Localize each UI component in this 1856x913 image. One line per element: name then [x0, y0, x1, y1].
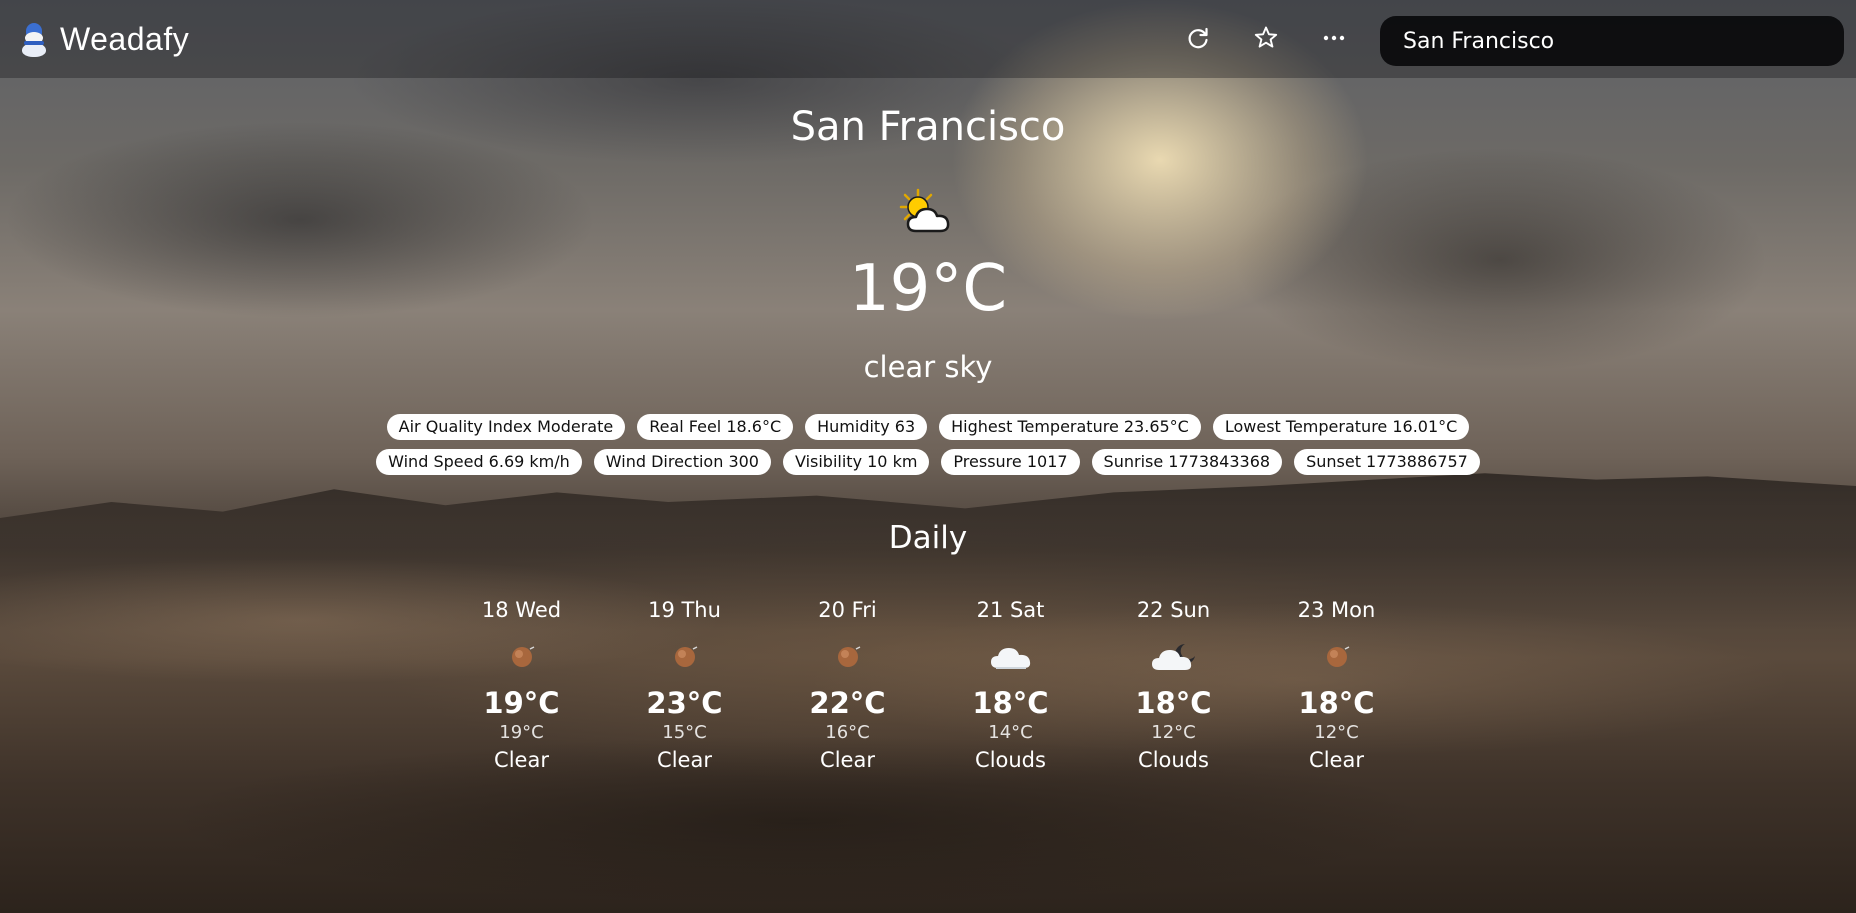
- day-description: Clear: [1309, 748, 1364, 772]
- day-max-temp: 18°C: [1135, 686, 1212, 720]
- top-bar: Weadafy: [0, 0, 1856, 78]
- search-input[interactable]: [1403, 28, 1823, 54]
- day-min-temp: 19°C: [499, 722, 544, 743]
- sun-behind-cloud-icon: [898, 187, 958, 237]
- toolbar-actions: [1180, 18, 1384, 58]
- star-icon[interactable]: [1248, 18, 1284, 58]
- forecast-day[interactable]: 20 Fri 22°C 16°C Clear: [766, 598, 929, 798]
- clear-sun-icon: [511, 646, 534, 667]
- day-max-temp: 18°C: [972, 686, 1049, 720]
- day-max-temp: 23°C: [646, 686, 723, 720]
- daily-forecast: 18 Wed 19°C 19°C Clear 19 Thu 23°C 15°C …: [440, 598, 1440, 798]
- chip-wind-speed: Wind Speed 6.69 km/h: [376, 449, 582, 475]
- city-name: San Francisco: [790, 104, 1066, 150]
- chip-sunset: Sunset 1773886757: [1294, 449, 1480, 475]
- day-min-temp: 15°C: [662, 722, 707, 743]
- chip-real-feel: Real Feel 18.6°C: [637, 414, 794, 440]
- cloud-icon: [990, 648, 1030, 669]
- day-min-temp: 14°C: [988, 722, 1033, 743]
- day-name: 20 Fri: [818, 598, 877, 622]
- chip-visibility: Visibility 10 km: [782, 449, 930, 475]
- chip-wind-direction: Wind Direction 300: [593, 449, 771, 475]
- details-row-2: Wind Speed 6.69 km/h Wind Direction 300 …: [0, 449, 1856, 475]
- brand[interactable]: Weadafy: [20, 21, 189, 58]
- forecast-day[interactable]: 22 Sun 18°C 12°C Clouds: [1092, 598, 1255, 798]
- clear-sun-icon: [674, 646, 697, 667]
- chip-humidity: Humidity 63: [805, 414, 928, 440]
- day-min-temp: 12°C: [1314, 722, 1359, 743]
- snowman-logo-icon: [20, 22, 48, 57]
- forecast-day[interactable]: 23 Mon 18°C 12°C Clear: [1255, 598, 1418, 798]
- day-name: 22 Sun: [1136, 598, 1211, 622]
- forecast-day[interactable]: 21 Sat 18°C 14°C Clouds: [929, 598, 1092, 798]
- day-max-temp: 22°C: [809, 686, 886, 720]
- city-search[interactable]: [1380, 16, 1844, 66]
- clear-sun-icon: [837, 646, 860, 667]
- day-min-temp: 12°C: [1151, 722, 1196, 743]
- day-name: 19 Thu: [648, 598, 721, 622]
- clear-sun-icon: [1326, 646, 1349, 667]
- day-name: 23 Mon: [1297, 598, 1376, 622]
- day-name: 21 Sat: [976, 598, 1045, 622]
- day-description: Clear: [494, 748, 549, 772]
- current-temperature: 19°C: [848, 252, 1008, 326]
- day-max-temp: 18°C: [1298, 686, 1375, 720]
- day-min-temp: 16°C: [825, 722, 870, 743]
- more-dots-icon[interactable]: [1316, 18, 1352, 58]
- chip-air-quality: Air Quality Index Moderate: [386, 414, 626, 440]
- daily-title: Daily: [888, 520, 968, 556]
- refresh-icon[interactable]: [1180, 18, 1216, 58]
- current-description: clear sky: [863, 350, 993, 384]
- forecast-day[interactable]: 18 Wed 19°C 19°C Clear: [440, 598, 603, 798]
- app-name: Weadafy: [60, 20, 190, 57]
- chip-sunrise: Sunrise 1773843368: [1091, 449, 1283, 475]
- day-name: 18 Wed: [481, 598, 562, 622]
- details-row-1: Air Quality Index Moderate Real Feel 18.…: [0, 414, 1856, 440]
- day-max-temp: 19°C: [483, 686, 560, 720]
- chip-highest-temperature: Highest Temperature 23.65°C: [939, 414, 1201, 440]
- forecast-day[interactable]: 19 Thu 23°C 15°C Clear: [603, 598, 766, 798]
- day-description: Clear: [657, 748, 712, 772]
- chip-pressure: Pressure 1017: [941, 449, 1080, 475]
- day-description: Clouds: [975, 748, 1046, 772]
- day-description: Clouds: [1138, 748, 1209, 772]
- chip-lowest-temperature: Lowest Temperature 16.01°C: [1212, 414, 1470, 440]
- day-description: Clear: [820, 748, 875, 772]
- cloud-moon-icon: [1151, 644, 1195, 670]
